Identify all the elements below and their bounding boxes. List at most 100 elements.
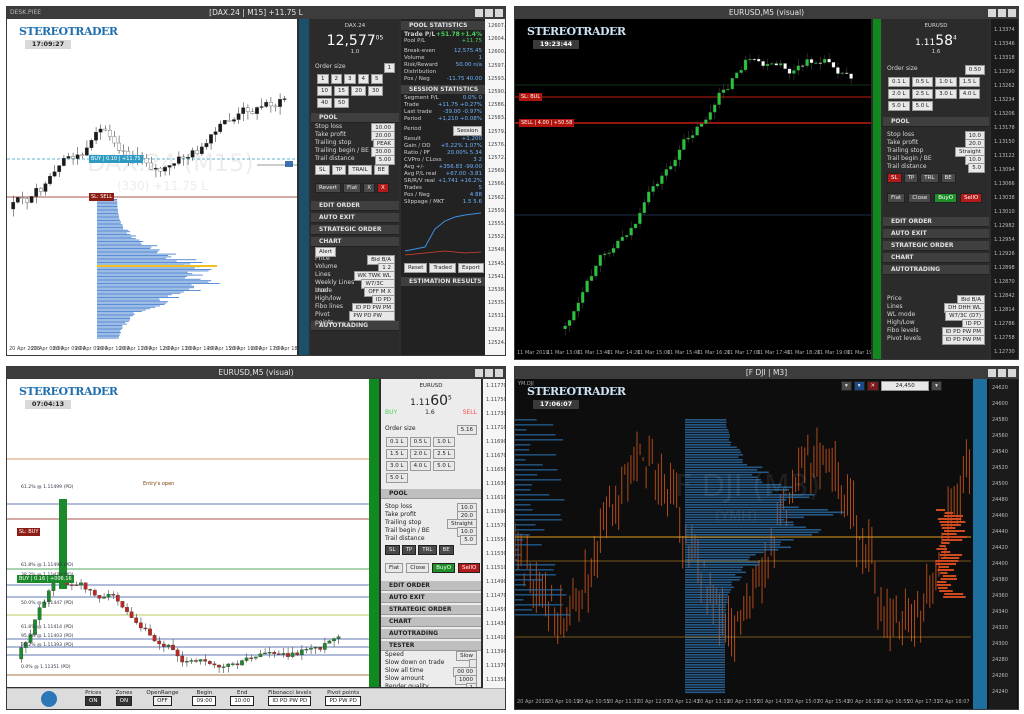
price-field[interactable]: 24,450 xyxy=(881,381,930,391)
pool-section[interactable]: POOL xyxy=(381,489,481,499)
pool-section[interactable]: POOL xyxy=(311,113,399,123)
tester-control-value[interactable]: ON xyxy=(85,696,102,706)
panel-section-header[interactable]: AUTOTRADING xyxy=(311,321,399,331)
tester-control-value[interactable]: PD PW PD xyxy=(325,696,361,706)
lot-preset-button[interactable]: 2.0 L xyxy=(888,89,910,99)
panel-button[interactable]: Revert xyxy=(315,183,342,193)
panel-section-header[interactable]: EDIT ORDER xyxy=(883,217,989,227)
size-preset-button[interactable]: 1 xyxy=(317,74,329,84)
lot-preset-button[interactable]: 1.5 L xyxy=(958,77,981,87)
lot-preset-button[interactable]: 1.0 L xyxy=(935,77,957,87)
close-button[interactable] xyxy=(495,369,503,377)
panel-button[interactable]: Flat xyxy=(887,193,906,203)
minimize-button[interactable] xyxy=(988,369,996,377)
price-chart[interactable]: 20 Apr 2018 20 Apr 10:19 20 Apr 10:55 20 Ap… xyxy=(515,379,971,709)
panel-button[interactable]: SellO xyxy=(960,193,983,203)
lot-preset-button[interactable]: 2.5 L xyxy=(911,89,934,99)
panel-section-header[interactable]: CHART xyxy=(311,237,399,247)
option-value[interactable]: ID PD PW PM xyxy=(941,335,985,345)
window-dax-titlebar[interactable]: DESK.PIEE [DAX.24 | M15] +11.75 L xyxy=(7,7,505,19)
lot-preset-button[interactable]: 5.0 L xyxy=(888,101,910,111)
panel-section-header[interactable]: CHART xyxy=(381,617,481,627)
buy-line-label[interactable]: BUY | 0.10 | +11.75 xyxy=(89,155,143,163)
panel-section-header[interactable]: EDIT ORDER xyxy=(381,581,481,591)
minimize-button[interactable] xyxy=(988,9,996,17)
minimize-button[interactable] xyxy=(475,9,483,17)
order-type-button[interactable]: ▾ xyxy=(841,381,852,391)
panel-button[interactable]: Flat xyxy=(385,563,404,573)
lot-preset-button[interactable]: 4.0 L xyxy=(958,89,981,99)
panel-button[interactable]: SL xyxy=(315,165,330,175)
panel-section-header[interactable]: AUTOTRADING xyxy=(883,265,989,275)
maximize-button[interactable] xyxy=(998,369,1006,377)
window-eurusd-titlebar[interactable]: EURUSD,M5 (visual) xyxy=(515,7,1018,19)
option-value[interactable]: 1 xyxy=(465,683,477,687)
tester-control-value[interactable]: ON xyxy=(115,696,133,706)
window-eurusd-visual-titlebar[interactable]: EURUSD,M5 (visual) xyxy=(7,367,505,379)
panel-button[interactable]: Close xyxy=(406,563,430,573)
order-size-input[interactable]: 0.50 xyxy=(964,65,985,75)
maximize-button[interactable] xyxy=(485,9,493,17)
panel-button[interactable]: TP xyxy=(401,545,417,555)
panel-button[interactable]: Traded xyxy=(429,263,456,273)
field-value[interactable]: 5.0 xyxy=(460,535,477,545)
tester-control-value[interactable]: OFF xyxy=(153,696,172,706)
panel-section-header[interactable]: AUTO EXIT xyxy=(381,593,481,603)
panel-button[interactable]: TRL xyxy=(418,545,437,555)
panel-section-header[interactable]: AUTO EXIT xyxy=(883,229,989,239)
price-chart[interactable]: 20 Apr 2018 20 Apr 08:00 20 Apr 09:00 20 Ap… xyxy=(7,19,297,355)
sl-line-label[interactable]: SL: BUL xyxy=(519,93,543,101)
lot-preset-button[interactable]: 5.0 L xyxy=(386,473,408,483)
lot-preset-button[interactable]: 5.0 L xyxy=(433,461,455,471)
size-preset-button[interactable]: 4 xyxy=(357,74,369,84)
panel-button[interactable]: Reset xyxy=(404,263,428,273)
close-button[interactable] xyxy=(495,9,503,17)
size-preset-button[interactable]: 30 xyxy=(368,86,383,96)
panel-section-header[interactable]: EDIT ORDER xyxy=(311,201,399,211)
minimize-button[interactable] xyxy=(475,369,483,377)
panel-button[interactable]: Flat xyxy=(343,183,362,193)
buy-button[interactable]: ▾ xyxy=(853,381,865,391)
field-value[interactable]: 5.00 xyxy=(374,155,395,165)
sell-button[interactable]: ✕ xyxy=(866,381,880,391)
pool-section[interactable]: POOL xyxy=(883,117,989,127)
buy-label[interactable]: BUY xyxy=(385,409,397,417)
maximize-button[interactable] xyxy=(998,9,1006,17)
order-size-input[interactable]: 1 xyxy=(383,63,395,73)
panel-section-header[interactable]: STRATEGIC ORDER xyxy=(883,241,989,251)
tester-control-value[interactable]: ID PD PW PD xyxy=(268,696,312,706)
sl-line-label[interactable]: SL: SELL xyxy=(89,193,115,201)
window-dji-titlebar[interactable]: [F DJI | M3] xyxy=(515,367,1018,379)
tester-control-value[interactable]: 10:00 xyxy=(230,696,255,706)
more-button[interactable]: ▾ xyxy=(931,381,942,391)
panel-button[interactable]: TP xyxy=(331,165,347,175)
lot-preset-button[interactable]: 0.5 L xyxy=(409,437,432,447)
panel-button[interactable]: SL xyxy=(887,173,902,183)
panel-section-header[interactable]: AUTO EXIT xyxy=(311,213,399,223)
close-button[interactable] xyxy=(1008,9,1016,17)
size-preset-button[interactable]: 15 xyxy=(334,86,349,96)
panel-button[interactable]: Export xyxy=(457,263,484,273)
price-chart[interactable]: STEREOTRADER 07:04:13 Entry's open SL: B… xyxy=(7,379,369,687)
panel-button[interactable]: X xyxy=(377,183,389,193)
panel-section-header[interactable]: STRATEGIC ORDER xyxy=(311,225,399,235)
size-preset-button[interactable]: 10 xyxy=(317,86,332,96)
lot-preset-button[interactable]: 0.1 L xyxy=(386,437,408,447)
panel-button[interactable]: BE xyxy=(438,545,454,555)
panel-button[interactable]: BE xyxy=(940,173,956,183)
maximize-button[interactable] xyxy=(485,369,493,377)
lot-preset-button[interactable]: 0.1 L xyxy=(888,77,910,87)
option-value[interactable]: PW PD PW PM xyxy=(349,311,395,327)
lot-preset-button[interactable]: 2.0 L xyxy=(409,449,432,459)
lot-preset-button[interactable]: 1.5 L xyxy=(386,449,408,459)
panel-button[interactable]: TRAIL xyxy=(348,165,372,175)
size-preset-button[interactable]: 5 xyxy=(371,74,383,84)
panel-button[interactable]: SL xyxy=(385,545,400,555)
panel-button[interactable]: SellO xyxy=(458,563,481,573)
lot-preset-button[interactable]: 1.0 L xyxy=(433,437,455,447)
period-select[interactable]: Session xyxy=(453,126,482,136)
lot-preset-button[interactable]: 5.0 L xyxy=(911,101,934,111)
panel-button[interactable]: BE xyxy=(373,165,389,175)
panel-section-header[interactable]: CHART xyxy=(883,253,989,263)
field-value[interactable]: 5.0 xyxy=(968,163,985,173)
